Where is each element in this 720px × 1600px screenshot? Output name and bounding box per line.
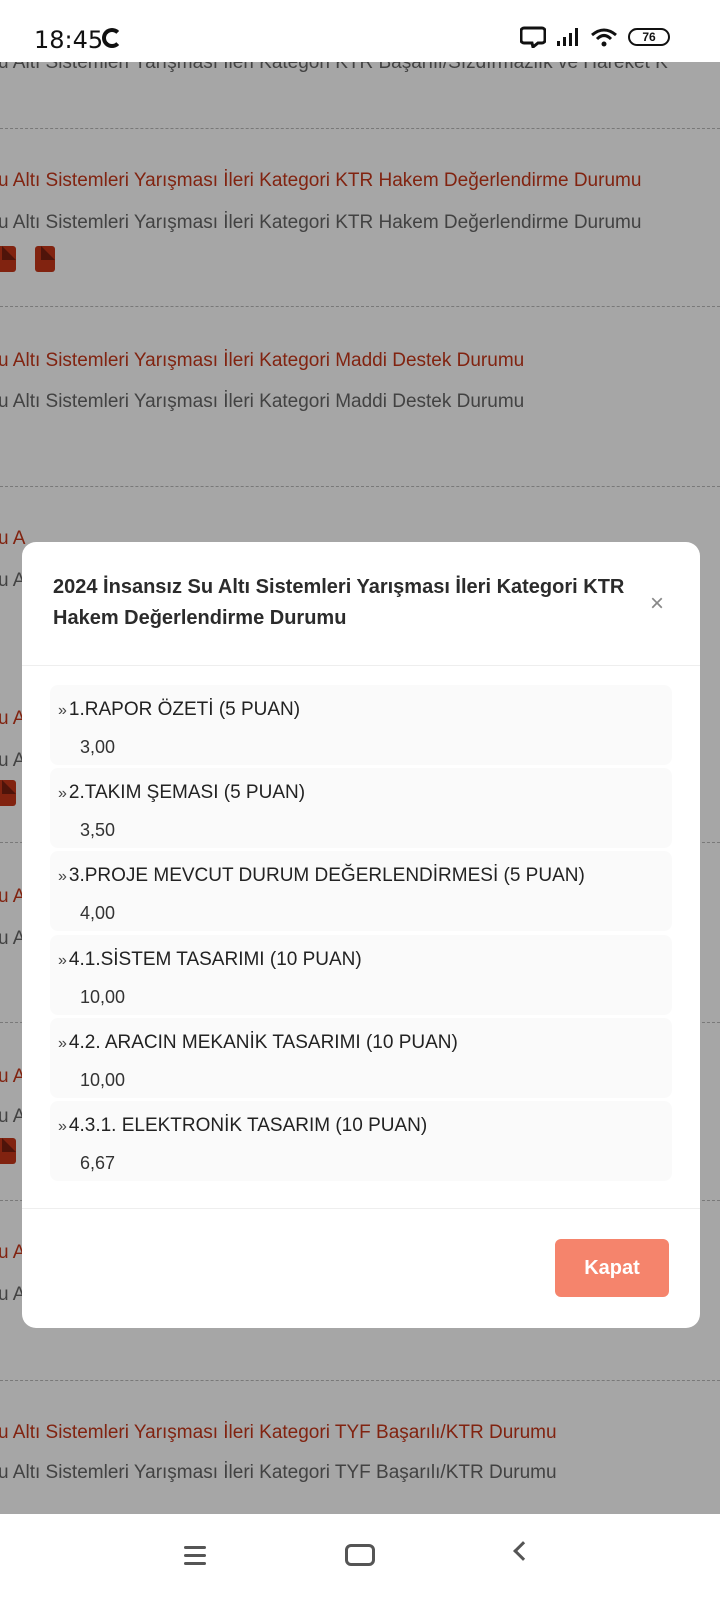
menu-icon[interactable] — [184, 1546, 206, 1565]
modal-header: 2024 İnsansız Su Altı Sistemleri Yarışma… — [22, 542, 700, 666]
chevron-double-right-icon: » — [58, 952, 67, 969]
score-item: » 1.RAPOR ÖZETİ (5 PUAN) 3,00 — [50, 685, 672, 765]
evaluation-modal: 2024 İnsansız Su Altı Sistemleri Yarışma… — [22, 542, 700, 1328]
wifi-icon — [591, 28, 617, 47]
chat-icon — [520, 26, 546, 48]
score-value: 4,00 — [80, 903, 116, 923]
system-nav-bar — [0, 1514, 720, 1600]
chevron-double-right-icon: » — [58, 1035, 67, 1052]
chevron-double-right-icon: » — [58, 868, 67, 885]
score-label: 2.TAKIM ŞEMASI (5 PUAN) — [68, 782, 306, 803]
battery-icon: 76 — [628, 28, 670, 46]
score-item: » 3.PROJE MEVCUT DURUM DEĞERLENDİRMESİ (5… — [50, 851, 672, 931]
chevron-double-right-icon: » — [58, 1118, 67, 1135]
back-icon[interactable] — [513, 1541, 533, 1561]
modal-title: 2024 İnsansız Su Altı Sistemleri Yarışma… — [53, 576, 625, 629]
home-icon[interactable] — [345, 1544, 375, 1566]
status-icons: 76 — [520, 26, 670, 48]
score-label: 3.PROJE MEVCUT DURUM DEĞERLENDİRMESİ (5 … — [68, 865, 585, 886]
signal-icon — [557, 28, 578, 46]
score-label: 4.1.SİSTEM TASARIMI (10 PUAN) — [68, 949, 362, 970]
score-item: » 4.1.SİSTEM TASARIMI (10 PUAN) 10,00 — [50, 935, 672, 1015]
chevron-double-right-icon: » — [58, 785, 67, 802]
score-item: » 4.3.1. ELEKTRONİK TASARIM (10 PUAN) 6,6… — [50, 1101, 672, 1181]
close-button[interactable]: Kapat — [555, 1239, 669, 1297]
score-value: 10,00 — [80, 987, 126, 1007]
score-item: » 2.TAKIM ŞEMASI (5 PUAN) 3,50 — [50, 768, 672, 848]
sync-icon — [102, 28, 122, 48]
score-value: 6,67 — [80, 1153, 116, 1173]
score-item: » 4.2. ARACIN MEKANİK TASARIMI (10 PUAN) … — [50, 1018, 672, 1098]
score-value: 3,00 — [80, 737, 116, 757]
chevron-double-right-icon: » — [58, 702, 67, 719]
close-icon[interactable]: × — [650, 590, 664, 618]
status-time: 18:45 — [34, 26, 104, 54]
score-value: 3,50 — [80, 820, 116, 840]
score-value: 10,00 — [80, 1070, 126, 1090]
modal-body[interactable]: » 1.RAPOR ÖZETİ (5 PUAN) 3,00 » 2.TAKIM ŞE… — [22, 667, 700, 1207]
score-label: 4.2. ARACIN MEKANİK TASARIMI (10 PUAN) — [68, 1032, 458, 1053]
modal-footer: Kapat — [22, 1208, 700, 1328]
score-label: 1.RAPOR ÖZETİ (5 PUAN) — [68, 699, 301, 720]
score-label: 4.3.1. ELEKTRONİK TASARIM (10 PUAN) — [68, 1115, 428, 1136]
status-bar: 18:45 76 — [0, 0, 720, 62]
